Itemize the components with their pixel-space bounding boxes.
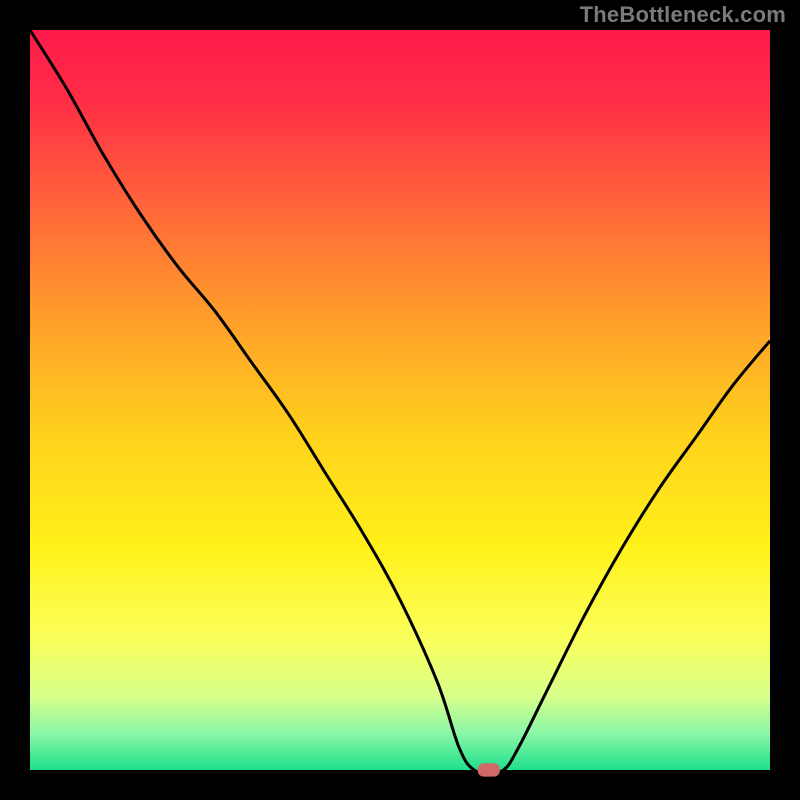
optimal-marker bbox=[478, 763, 500, 776]
chart-canvas: TheBottleneck.com bbox=[0, 0, 800, 800]
plot-background bbox=[30, 30, 770, 770]
watermark-text: TheBottleneck.com bbox=[580, 2, 786, 28]
bottleneck-chart bbox=[0, 0, 800, 800]
